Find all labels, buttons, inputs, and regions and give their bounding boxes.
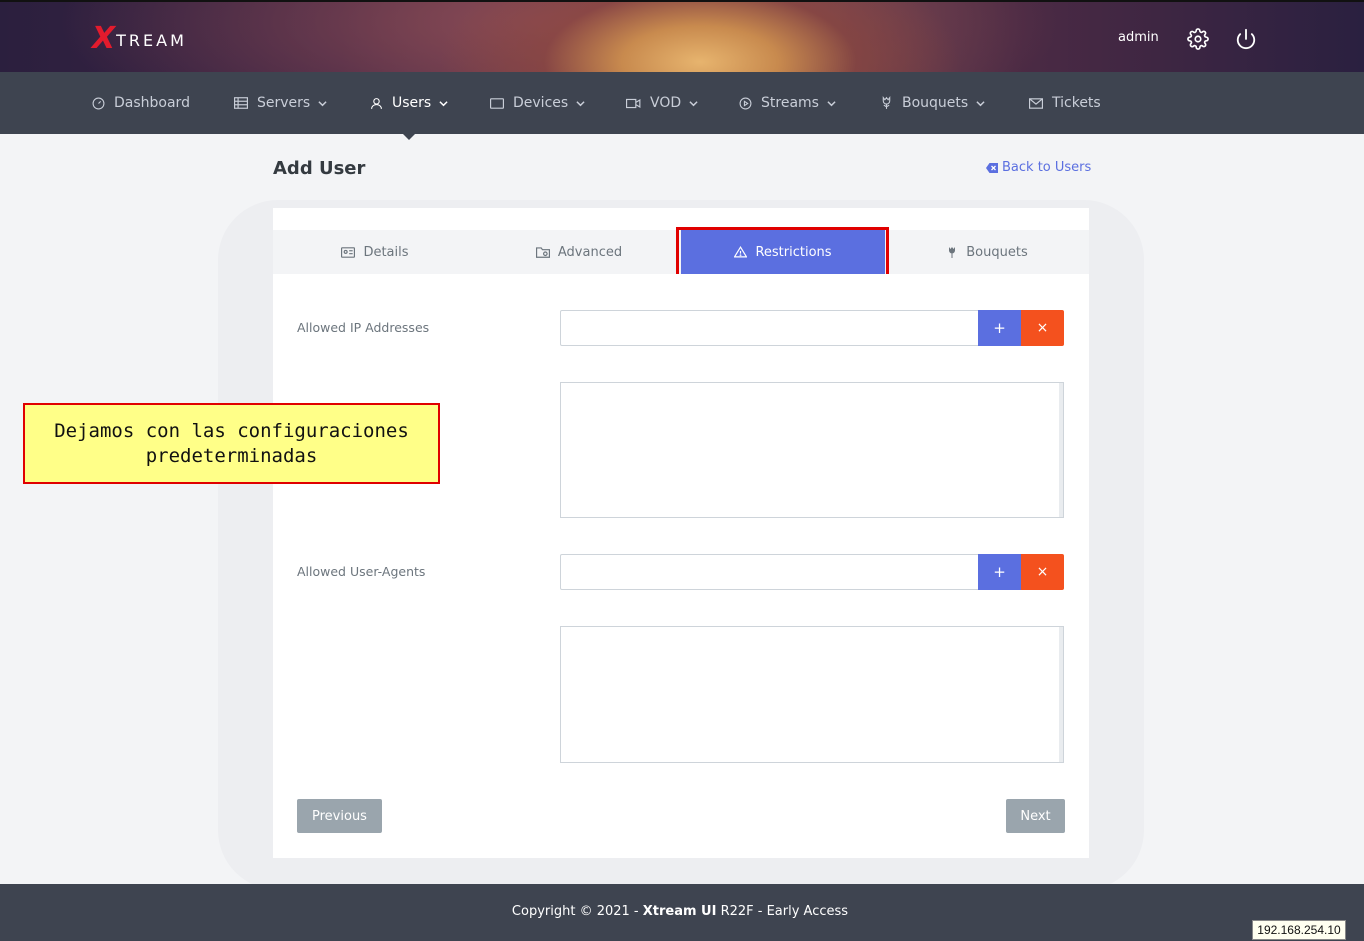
add-user-agent-button[interactable]: + <box>978 554 1021 590</box>
id-card-icon <box>341 246 356 258</box>
nav-label: Streams <box>761 95 819 111</box>
dashboard-icon <box>92 97 105 109</box>
page-title: Add User <box>273 158 366 179</box>
power-icon[interactable] <box>1235 28 1257 50</box>
footer-prefix: Copyright © 2021 - <box>511 904 643 919</box>
nav-item-streams[interactable]: Streams <box>739 72 836 134</box>
footer-brand: Xtream UI <box>642 904 717 919</box>
allowed-ip-input[interactable] <box>560 310 979 346</box>
devices-icon <box>490 97 504 109</box>
footer-copyright: Copyright © 2021 - Xtream UI R22F - Earl… <box>0 904 1360 919</box>
previous-button[interactable]: Previous <box>297 799 382 833</box>
allowed-ip-list[interactable] <box>560 382 1064 518</box>
back-link-label: Back to Users <box>1002 160 1092 175</box>
list-scrollbar[interactable] <box>1059 627 1063 762</box>
annotation-callout: Dejamos con las configuraciones predeter… <box>23 403 440 484</box>
flower-icon <box>882 96 891 109</box>
tab-label: Advanced <box>557 244 623 260</box>
chevron-down-icon <box>976 100 985 106</box>
tab-bouquets[interactable]: Bouquets <box>885 230 1089 274</box>
chevron-down-icon <box>576 100 585 106</box>
main-navbar: Dashboard Servers Users Devices VOD Stre… <box>0 72 1364 134</box>
restrictions-highlight-box <box>676 227 889 279</box>
tab-label: Details <box>363 244 409 260</box>
active-nav-caret <box>402 133 416 140</box>
chevron-down-icon <box>318 100 327 106</box>
chevron-down-icon <box>439 100 448 106</box>
allowed-user-agents-label: Allowed User-Agents <box>297 564 426 579</box>
tab-label: Bouquets <box>966 244 1028 260</box>
nav-label: Dashboard <box>114 95 190 111</box>
chevron-down-icon <box>827 100 836 106</box>
mail-icon <box>1029 97 1043 109</box>
next-button[interactable]: Next <box>1006 799 1065 833</box>
nav-item-vod[interactable]: VOD <box>626 72 698 134</box>
user-icon <box>371 97 382 109</box>
remove-user-agent-button[interactable]: × <box>1021 554 1064 590</box>
nav-item-users[interactable]: Users <box>370 72 448 134</box>
nav-item-dashboard[interactable]: Dashboard <box>92 72 190 134</box>
nav-label: Devices <box>513 95 569 111</box>
flower-icon <box>949 246 956 258</box>
allowed-user-agent-list[interactable] <box>560 626 1064 763</box>
top-header: X TREAM admin <box>0 0 1364 72</box>
allowed-ip-label: Allowed IP Addresses <box>297 320 430 335</box>
allowed-user-agent-input[interactable] <box>560 554 979 590</box>
remove-ip-button[interactable]: × <box>1021 310 1064 346</box>
nav-item-servers[interactable]: Servers <box>234 72 327 134</box>
logo-mark: X <box>92 21 116 56</box>
back-to-users-link[interactable]: Back to Users <box>986 160 1091 175</box>
gear-icon[interactable] <box>1187 28 1209 50</box>
tab-details[interactable]: Details <box>273 230 477 274</box>
nav-item-devices[interactable]: Devices <box>490 72 585 134</box>
list-scrollbar[interactable] <box>1059 383 1063 517</box>
chevron-down-icon <box>689 100 698 106</box>
nav-label: Tickets <box>1052 95 1101 111</box>
ip-address-tag: 192.168.254.10 <box>1252 920 1346 940</box>
user-name[interactable]: admin <box>1118 30 1159 45</box>
logo-text: TREAM <box>116 30 187 50</box>
play-icon <box>739 97 752 109</box>
nav-label: VOD <box>650 95 682 111</box>
video-icon <box>626 98 641 108</box>
folder-gear-icon <box>535 247 550 258</box>
nav-item-bouquets[interactable]: Bouquets <box>880 72 985 134</box>
xtream-logo[interactable]: X TREAM <box>92 21 187 56</box>
footer: Copyright © 2021 - Xtream UI R22F - Earl… <box>0 884 1364 941</box>
nav-label: Servers <box>257 95 311 111</box>
add-ip-button[interactable]: + <box>978 310 1021 346</box>
backspace-icon <box>986 162 998 173</box>
footer-suffix: R22F - Early Access <box>716 904 849 919</box>
tab-advanced[interactable]: Advanced <box>477 230 681 274</box>
nav-item-tickets[interactable]: Tickets <box>1029 72 1101 134</box>
nav-label: Bouquets <box>902 95 969 111</box>
nav-label: Users <box>392 95 432 111</box>
servers-icon <box>234 97 248 109</box>
